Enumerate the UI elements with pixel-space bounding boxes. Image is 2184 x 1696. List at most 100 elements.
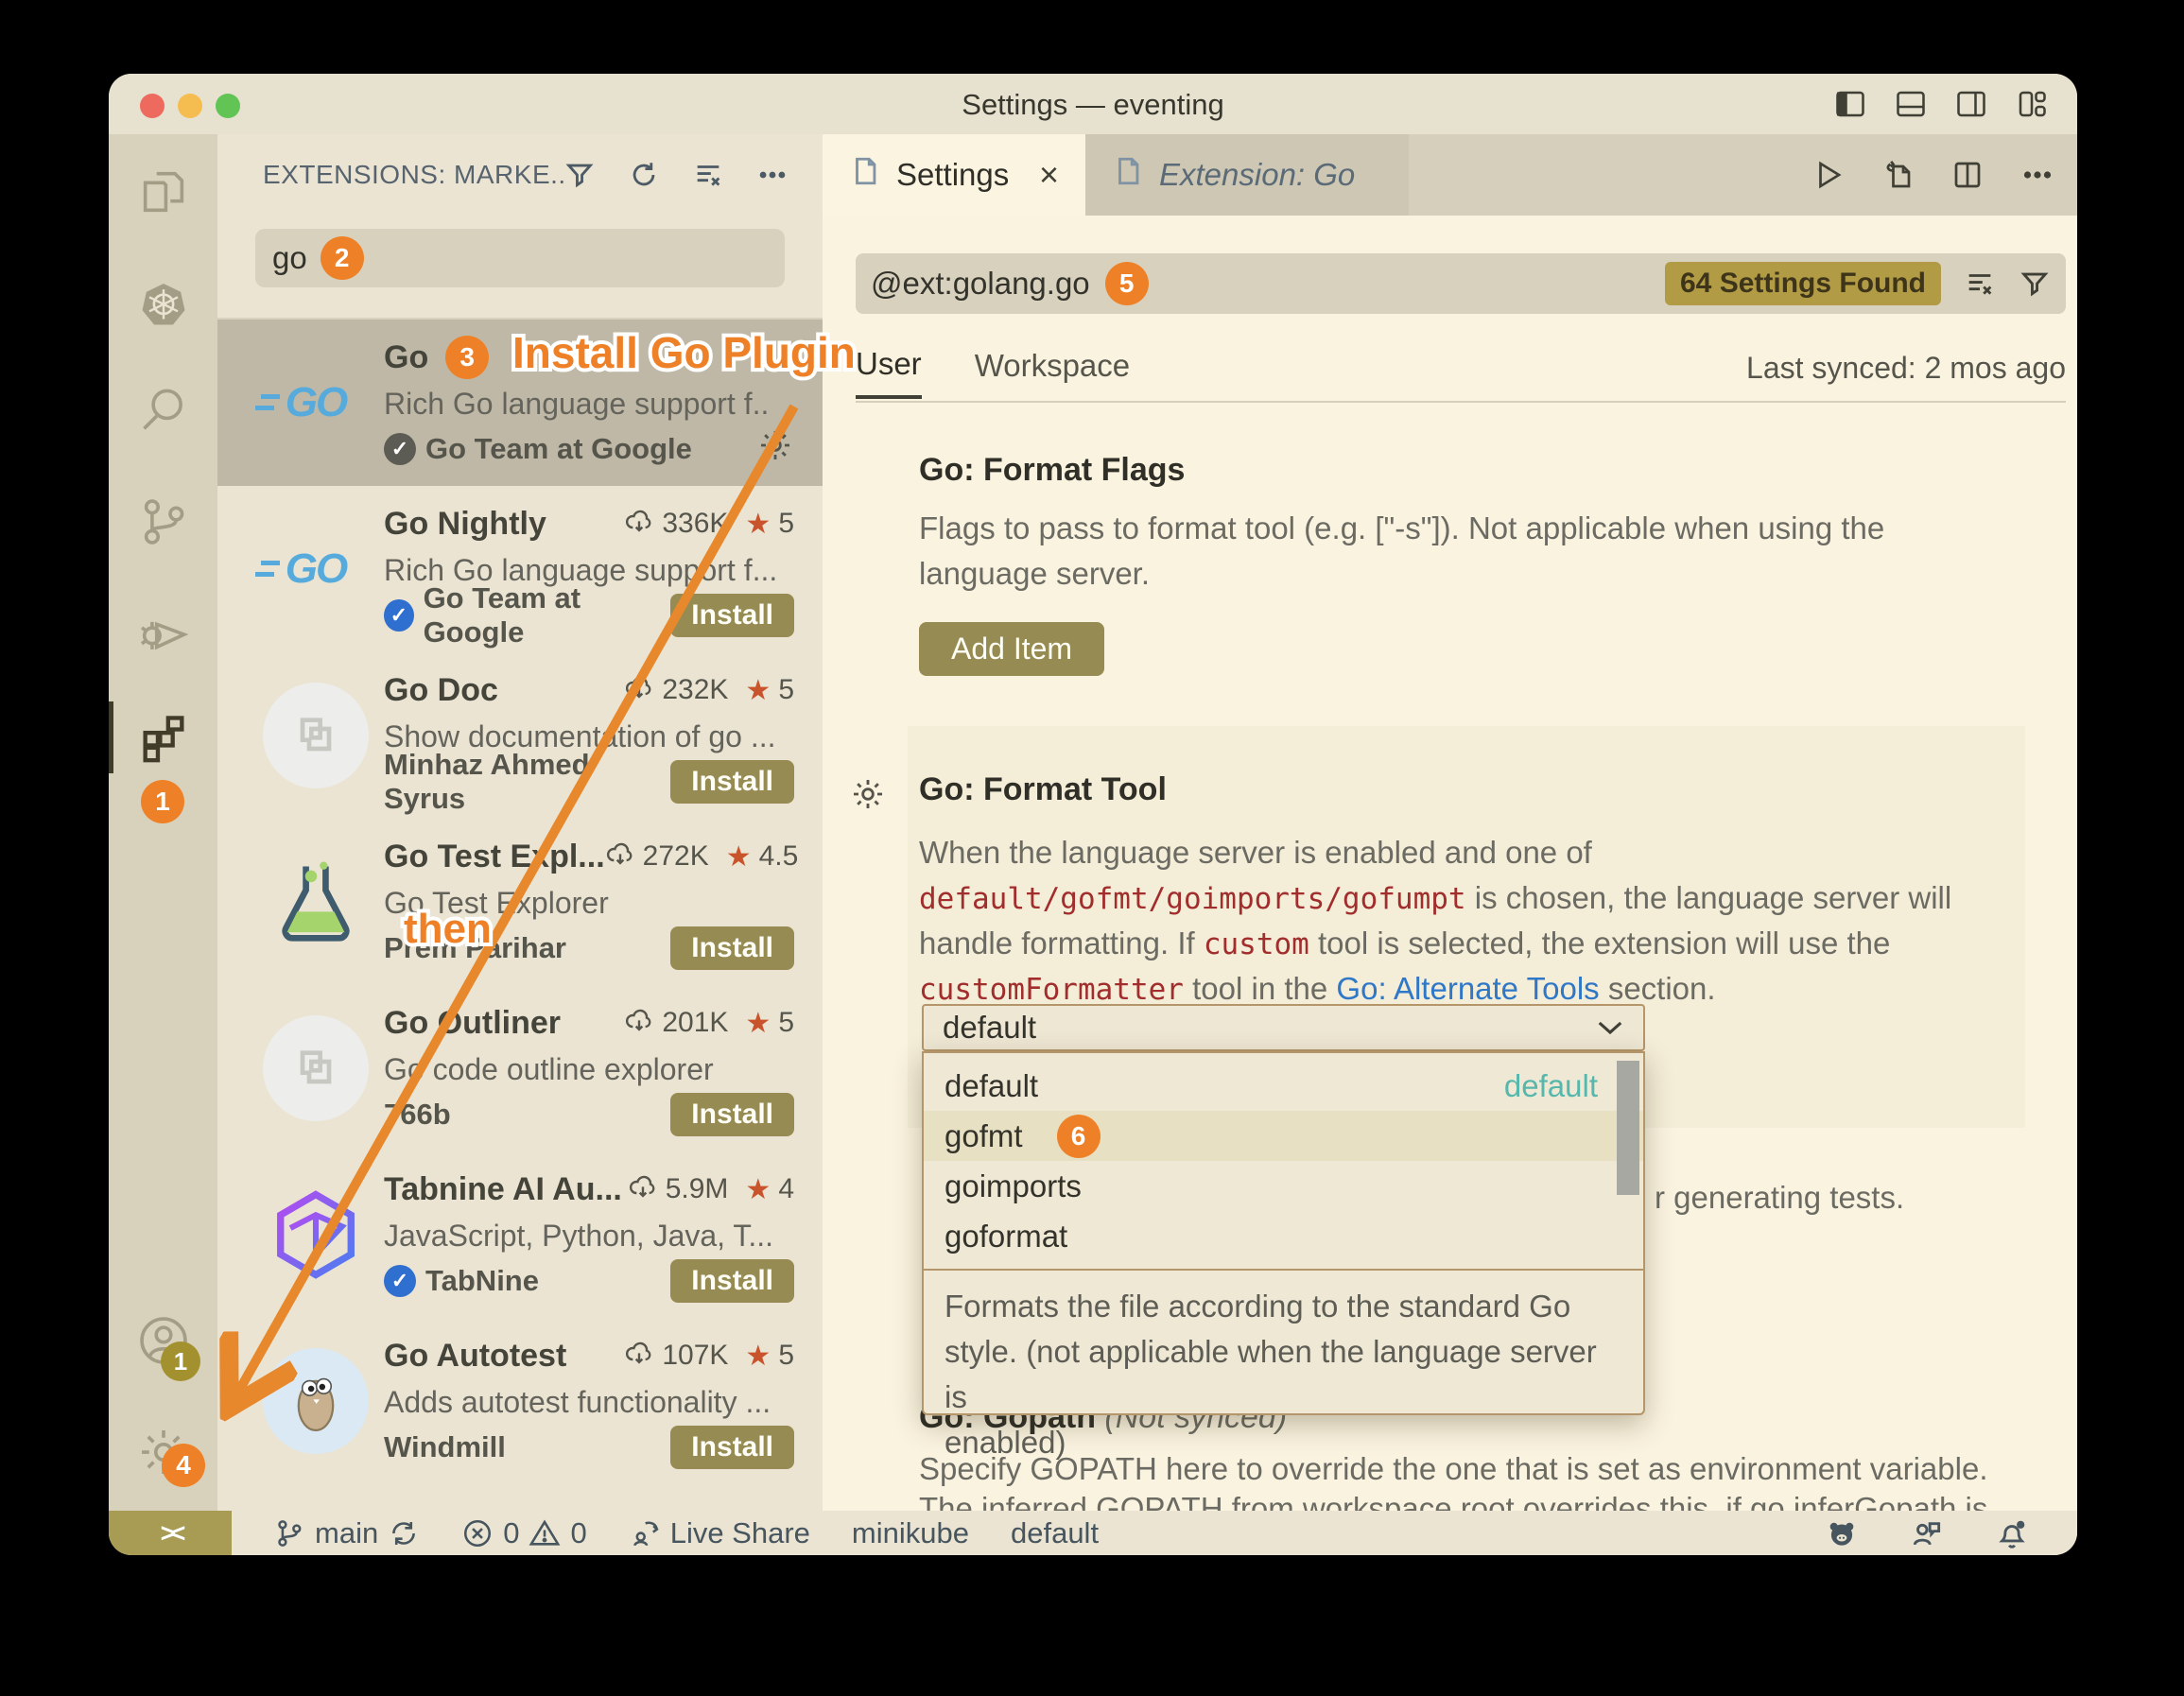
extension-item-go-doc[interactable]: Go Doc 232K★5 Show documentation of go .… <box>217 652 823 819</box>
tab-settings[interactable]: Settings × <box>823 134 1085 216</box>
extensions-icon[interactable] <box>109 710 217 765</box>
remote-indicator[interactable]: >< <box>109 1511 232 1555</box>
star-icon: ★ <box>745 674 771 707</box>
branch-icon <box>273 1517 305 1549</box>
go-outliner-icon <box>263 1015 369 1121</box>
run-icon[interactable] <box>1811 158 1845 192</box>
annotation-install-go-plugin: Install Go Plugin <box>512 327 856 378</box>
downloads-icon <box>628 1174 658 1204</box>
extensions-search-input[interactable]: go 2 <box>255 229 785 287</box>
filter-settings-icon[interactable] <box>2019 268 2051 300</box>
dropdown-option-gofmt[interactable]: gofmt 6 <box>924 1111 1643 1161</box>
toggle-secondary-sidebar-icon[interactable] <box>1954 87 1988 121</box>
go-doc-icon <box>263 683 369 788</box>
feedback-icon[interactable] <box>1909 1515 1945 1551</box>
errors-icon <box>461 1517 494 1549</box>
window-title: Settings — eventing <box>109 88 2077 122</box>
install-button[interactable]: Install <box>670 926 794 970</box>
split-editor-icon[interactable] <box>1950 158 1985 192</box>
add-item-button[interactable]: Add Item <box>919 622 1104 676</box>
minikube-indicator[interactable]: minikube <box>852 1516 969 1550</box>
settings-search-input[interactable]: @ext:golang.go 5 64 Settings Found <box>856 253 2066 314</box>
dropdown-option-goimports[interactable]: goimports <box>924 1161 1643 1211</box>
install-button[interactable]: Install <box>670 1426 794 1469</box>
tabnine-hexagon-icon <box>263 1182 369 1288</box>
toggle-primary-sidebar-icon[interactable] <box>1833 87 1867 121</box>
extension-item-go-nightly[interactable]: GO Go Nightly 336K★5 Rich Go language su… <box>217 486 823 652</box>
extension-item-go-test-explorer[interactable]: Go Test Expl... 272K★4.5 Go Test Explore… <box>217 819 823 985</box>
install-button[interactable]: Install <box>670 594 794 637</box>
activity-bar: 1 1 4 <box>109 134 217 1511</box>
run-debug-icon[interactable] <box>109 606 217 661</box>
profile-indicator[interactable]: default <box>1011 1516 1099 1550</box>
title-bar: Settings — eventing <box>109 74 2077 134</box>
source-control-icon[interactable] <box>109 494 217 549</box>
dropdown-option-goformat[interactable]: goformat <box>924 1211 1643 1261</box>
dropdown-scrollbar[interactable] <box>1617 1061 1639 1195</box>
scope-tab-workspace[interactable]: Workspace <box>975 348 1130 397</box>
extension-item-tabnine[interactable]: Tabnine AI Au... 5.9M★4 JavaScript, Pyth… <box>217 1151 823 1318</box>
search-icon[interactable] <box>109 383 217 438</box>
gopher-status-icon[interactable] <box>1824 1515 1860 1551</box>
settings-editor: @ext:golang.go 5 64 Settings Found User … <box>823 216 2077 1511</box>
live-share-button[interactable]: Live Share <box>629 1516 810 1550</box>
annotation-then: then <box>404 906 492 953</box>
flask-icon <box>263 849 369 955</box>
verified-publisher-icon: ✓ <box>384 599 414 632</box>
clear-settings-search-icon[interactable] <box>1964 268 1996 300</box>
extensions-badge: 1 <box>141 780 184 823</box>
vscode-window: Settings — eventing 1 <box>109 74 2077 1555</box>
verified-publisher-icon: ✓ <box>384 1265 416 1297</box>
filter-icon[interactable] <box>563 159 596 191</box>
star-icon: ★ <box>745 508 771 541</box>
verified-publisher-icon: ✓ <box>384 433 416 465</box>
downloads-icon <box>624 1341 654 1371</box>
extensions-search-value: go <box>272 240 307 276</box>
star-icon: ★ <box>745 1173 771 1206</box>
problems-indicator[interactable]: 0 0 <box>461 1516 587 1550</box>
downloads-icon <box>624 675 654 705</box>
open-settings-json-icon[interactable] <box>1881 158 1915 192</box>
setting-gear-icon[interactable] <box>849 775 887 818</box>
tab-extension-go[interactable]: Extension: Go <box>1085 134 1409 216</box>
alternate-tools-link[interactable]: Go: Alternate Tools <box>1336 971 1599 1006</box>
install-button[interactable]: Install <box>670 760 794 804</box>
active-view-indicator <box>109 701 113 773</box>
annotation-badge-5: 5 <box>1105 262 1149 305</box>
annotation-badge-3: 3 <box>445 336 489 379</box>
more-actions-icon[interactable] <box>2020 158 2054 192</box>
notifications-bell-icon[interactable] <box>1994 1515 2030 1551</box>
status-bar: >< main 0 0 Live Share minikube default <box>109 1511 2077 1555</box>
install-button[interactable]: Install <box>670 1093 794 1136</box>
star-icon: ★ <box>745 1007 771 1040</box>
clear-search-results-icon[interactable] <box>692 159 724 191</box>
live-share-icon <box>629 1517 661 1549</box>
star-icon: ★ <box>745 1340 771 1373</box>
extension-gear-icon[interactable] <box>756 426 794 472</box>
downloads-icon <box>624 509 654 539</box>
format-tool-dropdown: default default gofmt 6 goimports goform… <box>922 1051 1645 1415</box>
settings-found-badge: 64 Settings Found <box>1665 262 1941 305</box>
toggle-panel-icon[interactable] <box>1894 87 1928 121</box>
extension-item-go-autotest[interactable]: Go Autotest 107K★5 Adds autotest functio… <box>217 1318 823 1484</box>
close-tab-icon[interactable]: × <box>1039 155 1059 195</box>
dropdown-option-default[interactable]: default default <box>924 1061 1643 1111</box>
format-tool-select[interactable]: default <box>922 1004 1645 1051</box>
file-icon <box>849 155 896 195</box>
install-button[interactable]: Install <box>670 1259 794 1303</box>
star-icon: ★ <box>726 840 752 874</box>
kubernetes-icon[interactable] <box>109 278 217 333</box>
setting-title-format-tool: Go: Format Tool <box>919 771 1167 808</box>
extension-item-go-outliner[interactable]: Go Outliner 201K★5 Go code outline explo… <box>217 985 823 1151</box>
settings-search-value: @ext:golang.go <box>871 266 1090 302</box>
downloads-icon <box>624 1008 654 1038</box>
last-synced-label: Last synced: 2 mos ago <box>1746 351 2066 395</box>
setting-title-format-flags: Go: Format Flags <box>919 452 1185 489</box>
more-actions-icon[interactable] <box>756 159 789 191</box>
explorer-icon[interactable] <box>109 164 217 219</box>
branch-indicator[interactable]: main <box>273 1516 420 1550</box>
refresh-icon[interactable] <box>628 159 660 191</box>
extensions-list: GO Go 3 Rich Go language support f.. ✓ G… <box>217 318 823 1511</box>
customize-layout-icon[interactable] <box>2015 87 2049 121</box>
scope-tab-user[interactable]: User <box>856 346 922 399</box>
